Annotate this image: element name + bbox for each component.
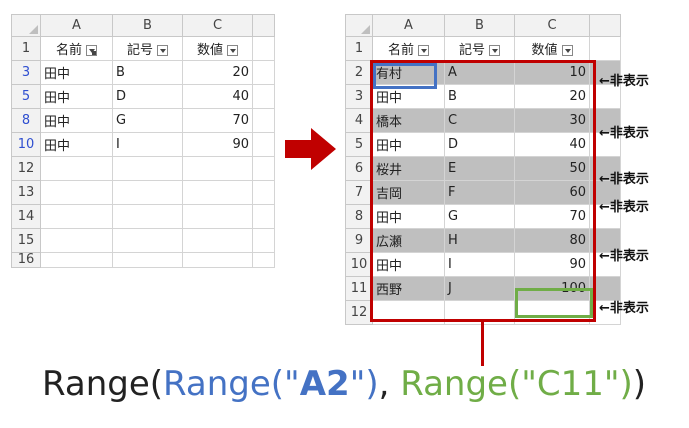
filter-dropdown-icon[interactable] (561, 45, 573, 56)
row-header[interactable]: 1 (345, 36, 373, 61)
cell[interactable] (252, 132, 275, 157)
cell[interactable] (182, 156, 253, 181)
filter-dropdown-icon[interactable] (418, 45, 429, 56)
row-header[interactable]: 15 (11, 228, 41, 253)
header-cell-value[interactable]: 数値 (182, 36, 253, 61)
row-header[interactable]: 1 (11, 36, 41, 61)
cell[interactable]: D (112, 84, 183, 109)
cell[interactable] (589, 36, 621, 61)
cell[interactable]: 田中 (40, 108, 113, 133)
column-header-b[interactable]: B (444, 14, 515, 37)
cell[interactable]: 90 (182, 132, 253, 157)
cell[interactable]: B (112, 60, 183, 85)
start-cell-highlight (373, 63, 437, 89)
row-header[interactable]: 9 (345, 228, 373, 253)
cell[interactable] (252, 204, 275, 229)
row-header[interactable]: 12 (345, 300, 373, 325)
column-header-d[interactable] (589, 14, 621, 37)
row-header[interactable]: 12 (11, 156, 41, 181)
cell[interactable] (40, 180, 113, 205)
cell[interactable] (112, 180, 183, 205)
cell[interactable] (182, 180, 253, 205)
column-header-c[interactable]: C (514, 14, 590, 37)
cell[interactable] (252, 60, 275, 85)
cell[interactable] (252, 84, 275, 109)
cell[interactable] (252, 228, 275, 253)
arrow-right-icon (285, 128, 336, 170)
hidden-row-label: ←非表示 (599, 126, 649, 141)
row-header[interactable]: 5 (345, 132, 373, 157)
cell[interactable] (182, 228, 253, 253)
cell[interactable] (182, 252, 253, 268)
hidden-row-label: ←非表示 (599, 200, 649, 215)
row-header[interactable]: 6 (345, 156, 373, 181)
end-cell-highlight (515, 288, 593, 318)
cell[interactable] (40, 204, 113, 229)
cell[interactable]: 70 (182, 108, 253, 133)
cell[interactable]: G (112, 108, 183, 133)
select-all-corner[interactable] (345, 14, 373, 37)
connector-line (481, 322, 484, 366)
cell[interactable] (252, 156, 275, 181)
row-header[interactable]: 2 (345, 60, 373, 85)
row-header[interactable]: 14 (11, 204, 41, 229)
column-header-a[interactable]: A (372, 14, 445, 37)
filter-dropdown-icon[interactable] (157, 45, 168, 56)
cell[interactable] (182, 204, 253, 229)
column-header-b[interactable]: B (112, 14, 183, 37)
cell[interactable] (112, 252, 183, 268)
header-cell-value[interactable]: 数値 (514, 36, 590, 61)
row-header[interactable]: 7 (345, 180, 373, 205)
header-cell-symbol[interactable]: 記号 (112, 36, 183, 61)
hidden-row-label: ←非表示 (599, 172, 649, 187)
row-header[interactable]: 5 (11, 84, 41, 109)
cell[interactable] (252, 180, 275, 205)
cell[interactable] (40, 156, 113, 181)
left-sheet-grid: A B C 1 名前 記号 数値 3 田中 B 20 5 田中 D 40 8 田… (11, 14, 275, 268)
row-header[interactable]: 11 (345, 276, 373, 301)
hidden-row-label: ←非表示 (599, 74, 649, 89)
column-header-d[interactable] (252, 14, 275, 37)
hidden-row-label: ←非表示 (599, 249, 649, 264)
cell[interactable] (112, 228, 183, 253)
row-header[interactable]: 8 (345, 204, 373, 229)
cell[interactable] (112, 156, 183, 181)
column-header-c[interactable]: C (182, 14, 253, 37)
header-cell-symbol[interactable]: 記号 (444, 36, 515, 61)
hidden-row-label: ←非表示 (599, 301, 649, 316)
cell[interactable] (252, 36, 275, 61)
formula-caption: Range(Range("A2"), Range("C11")) (42, 364, 647, 404)
cell[interactable]: 20 (182, 60, 253, 85)
header-cell-name[interactable]: 名前 (372, 36, 445, 61)
row-header[interactable]: 3 (345, 84, 373, 109)
row-header[interactable]: 8 (11, 108, 41, 133)
row-header[interactable]: 13 (11, 180, 41, 205)
column-header-a[interactable]: A (40, 14, 113, 37)
header-cell-name[interactable]: 名前 (40, 36, 113, 61)
row-header[interactable]: 3 (11, 60, 41, 85)
row-header[interactable]: 16 (11, 252, 41, 268)
cell[interactable]: 田中 (40, 132, 113, 157)
filter-dropdown-icon[interactable] (489, 45, 500, 56)
cell[interactable] (252, 252, 275, 268)
filter-active-icon[interactable] (86, 45, 97, 56)
filter-dropdown-icon[interactable] (227, 45, 238, 56)
cell[interactable]: 40 (182, 84, 253, 109)
row-header[interactable]: 10 (345, 252, 373, 277)
cell[interactable]: I (112, 132, 183, 157)
row-header[interactable]: 10 (11, 132, 41, 157)
cell[interactable]: 田中 (40, 84, 113, 109)
row-header[interactable]: 4 (345, 108, 373, 133)
range-outline (370, 60, 596, 322)
cell[interactable] (112, 204, 183, 229)
cell[interactable] (40, 252, 113, 268)
select-all-corner[interactable] (11, 14, 41, 37)
cell[interactable]: 田中 (40, 60, 113, 85)
cell[interactable] (252, 108, 275, 133)
cell[interactable] (40, 228, 113, 253)
